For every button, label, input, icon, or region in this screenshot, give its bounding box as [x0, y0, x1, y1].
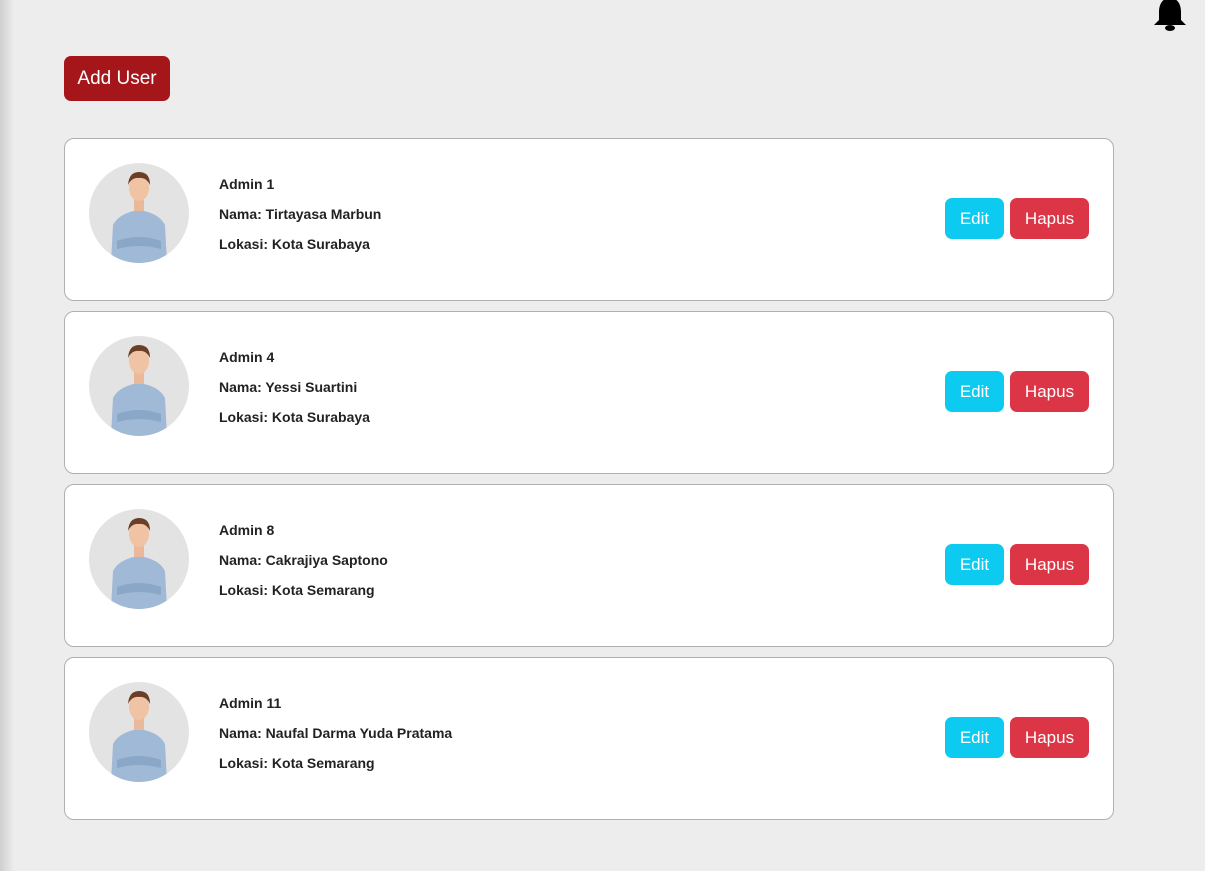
user-name: Nama: Cakrajiya Saptono: [219, 552, 388, 568]
user-location: Lokasi: Kota Semarang: [219, 582, 375, 598]
delete-button[interactable]: Hapus: [1010, 371, 1089, 412]
add-user-button[interactable]: Add User: [64, 56, 170, 101]
delete-button[interactable]: Hapus: [1010, 717, 1089, 758]
edit-button[interactable]: Edit: [945, 198, 1004, 239]
user-name: Nama: Yessi Suartini: [219, 379, 358, 395]
delete-button[interactable]: Hapus: [1010, 544, 1089, 585]
user-card: Admin 4 Nama: Yessi Suartini Lokasi: Kot…: [64, 311, 1114, 474]
user-card: Admin 8 Nama: Cakrajiya Saptono Lokasi: …: [64, 484, 1114, 647]
avatar: [89, 509, 189, 609]
avatar: [89, 336, 189, 436]
avatar: [89, 682, 189, 782]
user-location: Lokasi: Kota Surabaya: [219, 409, 370, 425]
user-location: Lokasi: Kota Semarang: [219, 755, 375, 771]
user-title: Admin 4: [219, 349, 275, 365]
edit-button[interactable]: Edit: [945, 544, 1004, 585]
edit-button[interactable]: Edit: [945, 717, 1004, 758]
delete-button[interactable]: Hapus: [1010, 198, 1089, 239]
user-location: Lokasi: Kota Surabaya: [219, 236, 370, 252]
user-list: Admin 1 Nama: Tirtayasa Marbun Lokasi: K…: [64, 138, 1114, 830]
user-card: Admin 1 Nama: Tirtayasa Marbun Lokasi: K…: [64, 138, 1114, 301]
bell-icon[interactable]: [1150, 0, 1190, 32]
user-title: Admin 11: [219, 695, 282, 711]
user-title: Admin 8: [219, 522, 275, 538]
sidebar-edge-shadow: [0, 0, 14, 871]
avatar: [89, 163, 189, 263]
user-card: Admin 11 Nama: Naufal Darma Yuda Pratama…: [64, 657, 1114, 820]
user-name: Nama: Naufal Darma Yuda Pratama: [219, 725, 453, 741]
user-name: Nama: Tirtayasa Marbun: [219, 206, 382, 222]
edit-button[interactable]: Edit: [945, 371, 1004, 412]
user-title: Admin 1: [219, 176, 275, 192]
